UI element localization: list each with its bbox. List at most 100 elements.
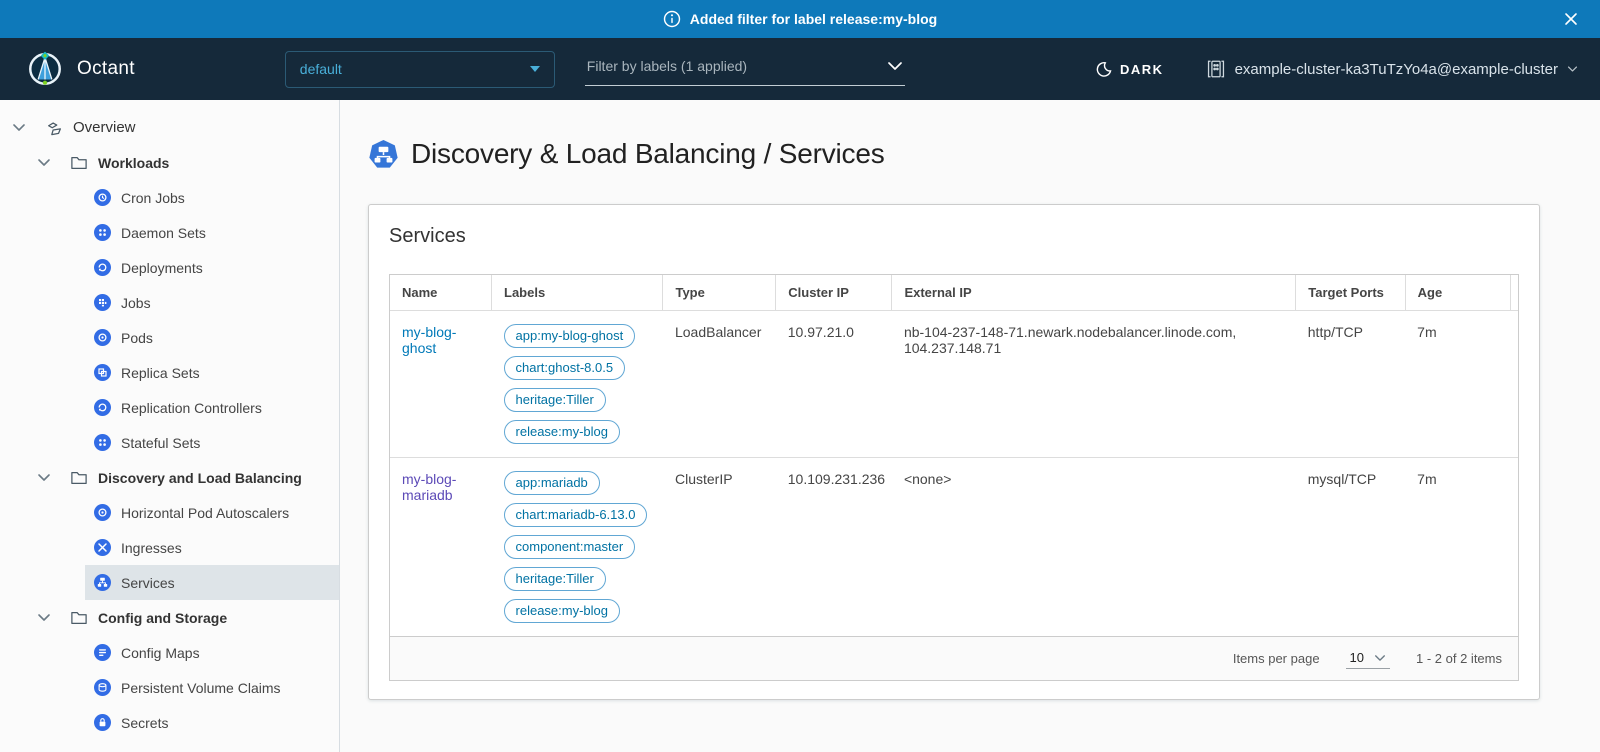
config-maps-icon bbox=[94, 644, 111, 661]
sidebar-section-workloads[interactable]: Workloads bbox=[0, 145, 339, 180]
sidebar-item-daemon-sets[interactable]: Daemon Sets bbox=[85, 215, 339, 250]
ingresses-icon bbox=[94, 539, 111, 556]
cell-external-ip: <none> bbox=[892, 458, 1296, 637]
datagrid-footer: Items per page 10 1 - 2 of 2 items bbox=[390, 636, 1518, 680]
pagination-range: 1 - 2 of 2 items bbox=[1416, 651, 1502, 666]
chevron-down-icon bbox=[1374, 654, 1386, 662]
label-pill[interactable]: app:mariadb bbox=[504, 471, 600, 495]
folder-icon bbox=[70, 155, 88, 171]
cell-type: LoadBalancer bbox=[663, 311, 776, 458]
cluster-context-label: example-cluster-ka3TuTzYo4a@example-clus… bbox=[1235, 61, 1558, 78]
column-header-cluster-ip: Cluster IP bbox=[776, 275, 892, 311]
sidebar-item-label: Deployments bbox=[121, 260, 203, 276]
cluster-context-selector[interactable]: example-cluster-ka3TuTzYo4a@example-clus… bbox=[1206, 59, 1578, 79]
service-link[interactable]: my-blog-ghost bbox=[402, 324, 456, 356]
sidebar-section-discovery-and-load-balancing[interactable]: Discovery and Load Balancing bbox=[0, 460, 339, 495]
items-per-page-label: Items per page bbox=[1233, 651, 1320, 666]
column-header-name: Name bbox=[390, 275, 492, 311]
chevron-down-icon[interactable] bbox=[37, 158, 51, 167]
label-filter-dropdown[interactable]: Filter by labels (1 applied) bbox=[585, 52, 905, 86]
label-pill[interactable]: heritage:Tiller bbox=[504, 567, 606, 591]
column-header-labels: Labels bbox=[492, 275, 663, 311]
octant-app: Added filter for label release:my-blog O… bbox=[0, 0, 1600, 752]
namespace-value: default bbox=[300, 61, 342, 77]
horizontal-pod-autoscalers-icon bbox=[94, 504, 111, 521]
sidebar-item-label: Ingresses bbox=[121, 540, 182, 556]
chevron-down-icon[interactable] bbox=[37, 613, 51, 622]
secrets-icon bbox=[94, 714, 111, 731]
stateful-sets-icon bbox=[94, 434, 111, 451]
brand: Octant bbox=[26, 49, 135, 89]
notification-banner: Added filter for label release:my-blog bbox=[0, 0, 1600, 38]
sidebar-item-jobs[interactable]: Jobs bbox=[85, 285, 339, 320]
dark-theme-toggle[interactable]: DARK bbox=[1095, 61, 1164, 78]
sidebar-item-label: Horizontal Pod Autoscalers bbox=[121, 505, 289, 521]
caret-down-icon bbox=[530, 66, 540, 72]
deployments-icon bbox=[94, 259, 111, 276]
cluster-icon bbox=[1206, 59, 1226, 79]
cell-type: ClusterIP bbox=[663, 458, 776, 637]
label-pill[interactable]: release:my-blog bbox=[504, 420, 621, 444]
sidebar-item-replica-sets[interactable]: Replica Sets bbox=[85, 355, 339, 390]
sidebar-section-label: Discovery and Load Balancing bbox=[98, 470, 302, 486]
services-table: Name Labels Type Cluster IP External IP … bbox=[390, 275, 1518, 636]
octant-logo bbox=[26, 49, 64, 89]
services-page-icon bbox=[368, 139, 399, 170]
chevron-down-icon[interactable] bbox=[12, 123, 26, 132]
sidebar-item-label: Jobs bbox=[121, 295, 151, 311]
label-pill[interactable]: heritage:Tiller bbox=[504, 388, 606, 412]
page-size-select[interactable]: 10 bbox=[1346, 648, 1390, 669]
label-pill[interactable]: app:my-blog-ghost bbox=[504, 324, 636, 348]
sidebar-item-label: Daemon Sets bbox=[121, 225, 206, 241]
cell-target-ports: mysql/TCP bbox=[1296, 458, 1405, 637]
card-title: Services bbox=[389, 225, 1519, 248]
main-content: Discovery & Load Balancing / Services Se… bbox=[340, 100, 1600, 752]
namespace-select[interactable]: default bbox=[285, 51, 555, 88]
folder-icon bbox=[70, 610, 88, 626]
sidebar-section-label: Config and Storage bbox=[98, 610, 227, 626]
cell-age: 7m bbox=[1405, 458, 1510, 637]
sidebar-item-pods[interactable]: Pods bbox=[85, 320, 339, 355]
sidebar-item-overview[interactable]: Overview bbox=[0, 110, 339, 145]
sidebar-item-stateful-sets[interactable]: Stateful Sets bbox=[85, 425, 339, 460]
column-header-target-ports: Target Ports bbox=[1296, 275, 1405, 311]
replication-controllers-icon bbox=[94, 399, 111, 416]
label-pill[interactable]: release:my-blog bbox=[504, 599, 621, 623]
label-pill[interactable]: component:master bbox=[504, 535, 636, 559]
service-link[interactable]: my-blog-mariadb bbox=[402, 471, 456, 503]
folder-icon bbox=[70, 470, 88, 486]
sidebar-item-label: Config Maps bbox=[121, 645, 200, 661]
cell-target-ports: http/TCP bbox=[1296, 311, 1405, 458]
column-header-external-ip: External IP bbox=[892, 275, 1296, 311]
chevron-down-icon[interactable] bbox=[37, 473, 51, 482]
sidebar-item-horizontal-pod-autoscalers[interactable]: Horizontal Pod Autoscalers bbox=[85, 495, 339, 530]
services-card: Services Name Labels Type Clust bbox=[368, 204, 1540, 700]
sidebar-item-config-maps[interactable]: Config Maps bbox=[85, 635, 339, 670]
moon-icon bbox=[1095, 61, 1112, 78]
banner-close-icon[interactable] bbox=[1556, 0, 1586, 38]
sidebar-item-label: Replica Sets bbox=[121, 365, 200, 381]
cell-cluster-ip: 10.109.231.236 bbox=[776, 458, 892, 637]
replica-sets-icon bbox=[94, 364, 111, 381]
persistent-volume-claims-icon bbox=[94, 679, 111, 696]
sidebar-item-label: Stateful Sets bbox=[121, 435, 200, 451]
column-header-type: Type bbox=[663, 275, 776, 311]
label-pill[interactable]: chart:mariadb-6.13.0 bbox=[504, 503, 648, 527]
sidebar-item-replication-controllers[interactable]: Replication Controllers bbox=[85, 390, 339, 425]
label-pill[interactable]: chart:ghost-8.0.5 bbox=[504, 356, 626, 380]
sidebar-item-ingresses[interactable]: Ingresses bbox=[85, 530, 339, 565]
sidebar-item-cron-jobs[interactable]: Cron Jobs bbox=[85, 180, 339, 215]
sidebar-item-label: Pods bbox=[121, 330, 153, 346]
sidebar-section-config-and-storage[interactable]: Config and Storage bbox=[0, 600, 339, 635]
sidebar-item-label: Services bbox=[121, 575, 175, 591]
sidebar-item-secrets[interactable]: Secrets bbox=[85, 705, 339, 740]
overview-icon bbox=[45, 119, 64, 137]
chevron-down-icon bbox=[1567, 65, 1578, 73]
sidebar-item-persistent-volume-claims[interactable]: Persistent Volume Claims bbox=[85, 670, 339, 705]
sidebar-item-deployments[interactable]: Deployments bbox=[85, 250, 339, 285]
page-title: Discovery & Load Balancing / Services bbox=[411, 138, 885, 170]
label-filter-text: Filter by labels (1 applied) bbox=[587, 58, 747, 74]
column-header-age: Age bbox=[1405, 275, 1510, 311]
sidebar-item-services[interactable]: Services bbox=[85, 565, 339, 600]
app-header: Octant default Filter by labels (1 appli… bbox=[0, 38, 1600, 100]
